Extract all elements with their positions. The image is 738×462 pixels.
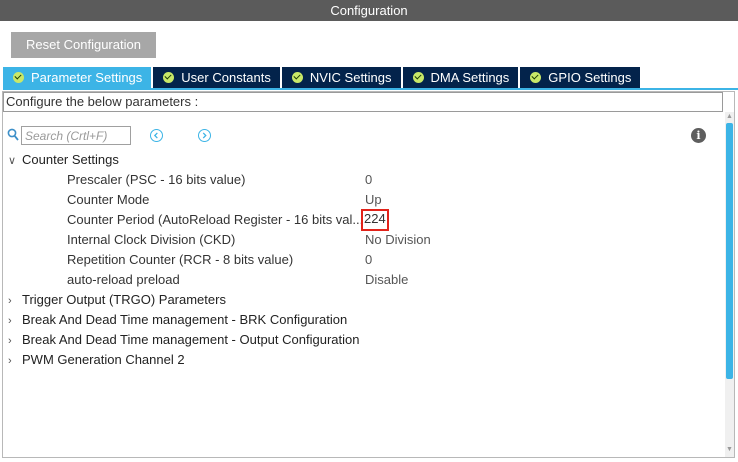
param-label-prescaler: Prescaler (PSC - 16 bits value) — [67, 172, 246, 187]
chevron-down-icon: ∨ — [8, 155, 17, 167]
tab-nvic-settings[interactable]: NVIC Settings — [281, 67, 403, 88]
param-value-repetition-counter[interactable]: 0 — [365, 250, 372, 270]
param-label-repetition-counter: Repetition Counter (RCR - 8 bits value) — [67, 252, 294, 267]
tab-label: NVIC Settings — [309, 70, 392, 85]
group-label: Trigger Output (TRGO) Parameters — [22, 292, 226, 307]
tab-underline — [3, 88, 738, 90]
group-pwm-channel-2[interactable]: › PWM Generation Channel 2 — [8, 350, 185, 370]
check-circle-icon — [13, 72, 24, 83]
tab-label: User Constants — [181, 70, 271, 85]
check-circle-icon — [163, 72, 175, 83]
param-value-clock-division[interactable]: No Division — [365, 230, 431, 250]
next-result-icon[interactable] — [198, 129, 211, 142]
search-input[interactable] — [21, 126, 131, 145]
group-trigger-output[interactable]: › Trigger Output (TRGO) Parameters — [8, 290, 226, 310]
tab-dma-settings[interactable]: DMA Settings — [402, 67, 521, 88]
reset-configuration-button[interactable]: Reset Configuration — [11, 32, 156, 58]
chevron-right-icon: › — [8, 355, 12, 367]
scrollbar-thumb[interactable] — [726, 123, 733, 379]
param-value-counter-period[interactable]: 224 — [361, 209, 389, 231]
tab-label: GPIO Settings — [548, 70, 632, 85]
previous-result-icon[interactable] — [150, 129, 163, 142]
tab-label: Parameter Settings — [31, 70, 143, 85]
param-label-counter-mode: Counter Mode — [67, 192, 150, 207]
group-label: PWM Generation Channel 2 — [22, 352, 185, 367]
param-label-counter-period: Counter Period (AutoReload Register - 16… — [67, 212, 364, 227]
tab-user-constants[interactable]: User Constants — [153, 67, 282, 88]
param-value-counter-mode[interactable]: Up — [365, 190, 382, 210]
group-label: Counter Settings — [22, 152, 119, 167]
search-icon[interactable] — [7, 128, 19, 142]
tab-parameter-settings[interactable]: Parameter Settings — [3, 67, 154, 88]
tab-label: DMA Settings — [430, 70, 510, 85]
scroll-up-icon[interactable]: ▲ — [726, 113, 733, 121]
configure-hint: Configure the below parameters : — [3, 92, 723, 112]
window-title: Configuration — [0, 0, 738, 21]
param-value-auto-reload-preload[interactable]: Disable — [365, 270, 408, 290]
chevron-right-icon: › — [8, 335, 12, 347]
param-label-auto-reload-preload: auto-reload preload — [67, 272, 180, 287]
info-icon[interactable]: i — [691, 128, 706, 143]
param-value-prescaler[interactable]: 0 — [365, 170, 372, 190]
group-counter-settings[interactable]: ∨ Counter Settings — [8, 150, 119, 170]
tab-bar: Parameter Settings User Constants NVIC S… — [3, 67, 643, 88]
group-brk-configuration[interactable]: › Break And Dead Time management - BRK Co… — [8, 310, 347, 330]
group-label: Break And Dead Time management - BRK Con… — [22, 312, 348, 327]
chevron-right-icon: › — [8, 315, 12, 327]
check-circle-icon — [291, 72, 303, 83]
check-circle-icon — [412, 72, 424, 83]
group-output-configuration[interactable]: › Break And Dead Time management - Output… — [8, 330, 359, 350]
tab-gpio-settings[interactable]: GPIO Settings — [520, 67, 643, 88]
param-label-clock-division: Internal Clock Division (CKD) — [67, 232, 236, 247]
group-label: Break And Dead Time management - Output … — [22, 332, 360, 347]
chevron-right-icon: › — [8, 295, 12, 307]
check-circle-icon — [530, 72, 542, 83]
scroll-down-icon[interactable]: ▼ — [726, 446, 733, 454]
